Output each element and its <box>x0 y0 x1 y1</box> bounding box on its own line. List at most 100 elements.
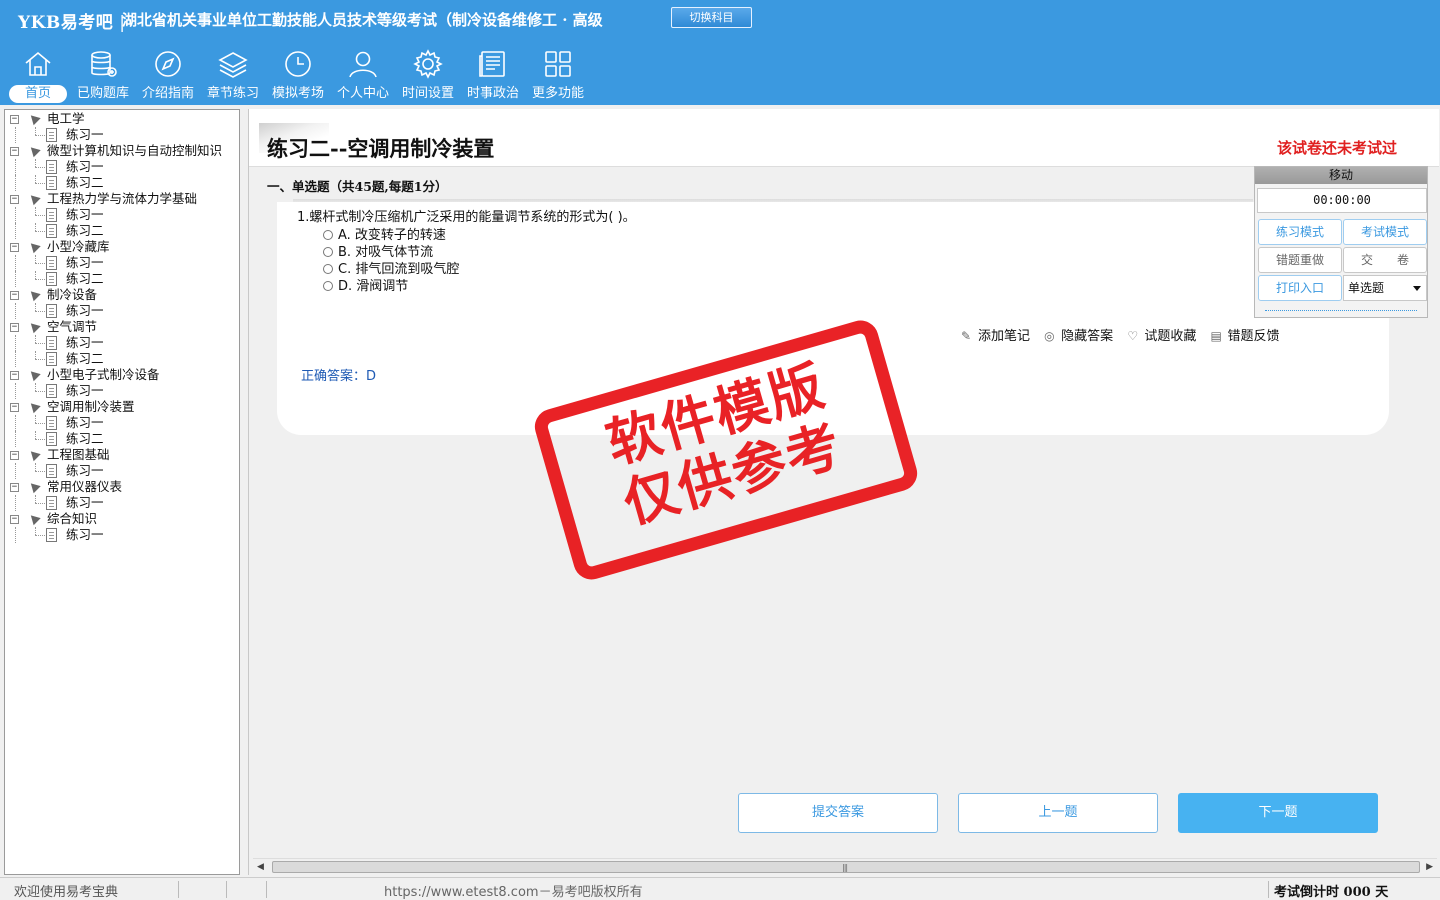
tree-chapter[interactable]: − 工程热力学与流体力学基础 <box>5 191 239 207</box>
exam-tools-panel: 移动 00:00:00 练习模式 考试模式 错题重做 交 卷 打印入口 单选题 <box>1254 166 1428 318</box>
layers-icon <box>218 52 248 78</box>
tree-line <box>15 127 16 143</box>
document-icon <box>46 224 57 238</box>
collapse-toggle-icon[interactable]: − <box>10 403 19 412</box>
hide-answer-button[interactable]: ◎ 隐藏答案 <box>1044 325 1113 344</box>
section-heading: 一、单选题（共45题,每题1分） <box>267 179 448 194</box>
radio-button[interactable] <box>323 247 333 257</box>
tree-line <box>35 439 45 440</box>
tree-exercise-label: 练习一 <box>66 463 104 478</box>
nav-purchased-banks[interactable]: 已购题库 <box>70 46 136 104</box>
exam-mode-button[interactable]: 考试模式 <box>1343 219 1427 245</box>
nav-intro-guide[interactable]: 介绍指南 <box>135 46 201 104</box>
tree-chapter[interactable]: − 电工学 <box>5 111 239 127</box>
tree-exercise[interactable]: 练习二 <box>5 175 239 191</box>
folder-arrow-icon <box>27 319 41 334</box>
chapter-tree: − 电工学 练习一 − 微型计算机知识与自动控制知识 练习一 练习二 − 工程热力学与流体力学基… <box>4 109 240 875</box>
nav-time-settings[interactable]: 时间设置 <box>395 46 461 104</box>
tree-exercise-label: 练习二 <box>66 431 104 446</box>
nav-home[interactable]: 首页 <box>5 46 71 104</box>
collapse-toggle-icon[interactable]: − <box>10 323 19 332</box>
scrollbar-thumb[interactable]: ||| <box>272 861 1420 873</box>
document-icon <box>46 304 57 318</box>
tree-exercise[interactable]: 练习一 <box>5 207 239 223</box>
tree-chapter[interactable]: − 综合知识 <box>5 511 239 527</box>
tree-exercise[interactable]: 练习一 <box>5 303 239 319</box>
collapse-toggle-icon[interactable]: − <box>10 115 19 124</box>
switch-subject-button[interactable]: 切换科目 <box>671 7 752 28</box>
tree-chapter[interactable]: − 空气调节 <box>5 319 239 335</box>
tree-exercise[interactable]: 练习一 <box>5 495 239 511</box>
tree-exercise[interactable]: 练习一 <box>5 255 239 271</box>
user-icon <box>349 51 377 78</box>
tree-exercise[interactable]: 练习二 <box>5 223 239 239</box>
collapse-toggle-icon[interactable]: − <box>10 291 19 300</box>
document-icon <box>46 416 57 430</box>
horizontal-scrollbar[interactable]: ◀ ||| ▶ <box>253 858 1437 875</box>
collapse-toggle-icon[interactable]: − <box>10 371 19 380</box>
previous-question-button[interactable]: 上一题 <box>958 793 1158 833</box>
nav-chapter-practice[interactable]: 章节练习 <box>200 46 266 104</box>
page-header: 练习二--空调用制冷装置 该试卷还未考试过 <box>249 109 1439 167</box>
tree-exercise[interactable]: 练习一 <box>5 127 239 143</box>
report-error-button[interactable]: ▤ 错题反馈 <box>1210 325 1279 344</box>
copyright-text: https://www.etest8.com－易考吧版权所有 <box>384 885 643 900</box>
tree-exercise[interactable]: 练习一 <box>5 335 239 351</box>
tree-exercise[interactable]: 练习二 <box>5 271 239 287</box>
collapse-toggle-icon[interactable]: − <box>10 147 19 156</box>
radio-button[interactable] <box>323 230 333 240</box>
action-label: 试题收藏 <box>1144 329 1197 344</box>
tree-chapter[interactable]: − 微型计算机知识与自动控制知识 <box>5 143 239 159</box>
print-entry-button[interactable]: 打印入口 <box>1258 275 1342 301</box>
tree-exercise[interactable]: 练习一 <box>5 383 239 399</box>
tree-exercise[interactable]: 练习二 <box>5 351 239 367</box>
nav-current-affairs[interactable]: 时事政治 <box>460 46 526 104</box>
tree-exercise[interactable]: 练习一 <box>5 527 239 543</box>
document-icon <box>46 176 57 190</box>
redo-wrong-button[interactable]: 错题重做 <box>1258 247 1342 273</box>
tree-exercise[interactable]: 练习二 <box>5 431 239 447</box>
news-icon <box>479 51 505 77</box>
exam-title: 湖北省机关事业单位工勤技能人员技术等级考试（制冷设备维修工 · 高级 <box>122 11 603 29</box>
nav-personal-center[interactable]: 个人中心 <box>330 46 396 104</box>
tree-exercise[interactable]: 练习一 <box>5 159 239 175</box>
tree-chapter[interactable]: − 空调用制冷装置 <box>5 399 239 415</box>
tree-exercise-label: 练习一 <box>66 495 104 510</box>
option-d[interactable]: D. 滑阀调节 <box>323 275 408 294</box>
move-handle[interactable]: 移动 <box>1255 167 1427 184</box>
collapse-toggle-icon[interactable]: − <box>10 515 19 524</box>
tree-line <box>35 359 45 360</box>
scroll-left-icon[interactable]: ◀ <box>257 862 264 872</box>
nav-mock-exam[interactable]: 模拟考场 <box>265 46 331 104</box>
tree-chapter[interactable]: − 工程图基础 <box>5 447 239 463</box>
scroll-right-icon[interactable]: ▶ <box>1426 862 1433 872</box>
favorite-question-button[interactable]: ♡ 试题收藏 <box>1127 325 1196 344</box>
tree-chapter[interactable]: − 制冷设备 <box>5 287 239 303</box>
select-value: 单选题 <box>1348 281 1385 295</box>
collapse-toggle-icon[interactable]: − <box>10 483 19 492</box>
next-question-button[interactable]: 下一题 <box>1178 793 1378 833</box>
submit-paper-button[interactable]: 交 卷 <box>1343 247 1427 273</box>
tree-exercise[interactable]: 练习一 <box>5 415 239 431</box>
nav-more-functions[interactable]: 更多功能 <box>525 46 591 104</box>
nav-label: 模拟考场 <box>271 86 324 101</box>
tree-chapter[interactable]: − 小型冷藏库 <box>5 239 239 255</box>
collapse-toggle-icon[interactable]: − <box>10 195 19 204</box>
add-note-button[interactable]: ✎ 添加笔记 <box>961 325 1030 344</box>
tree-line <box>35 255 36 263</box>
tree-line <box>35 311 45 312</box>
collapse-toggle-icon[interactable]: − <box>10 243 19 252</box>
tree-chapter[interactable]: − 常用仪器仪表 <box>5 479 239 495</box>
document-icon <box>46 384 57 398</box>
radio-button[interactable] <box>323 281 333 291</box>
submit-answer-button[interactable]: 提交答案 <box>738 793 938 833</box>
radio-button[interactable] <box>323 264 333 274</box>
tree-chapter[interactable]: − 小型电子式制冷设备 <box>5 367 239 383</box>
practice-mode-button[interactable]: 练习模式 <box>1258 219 1342 245</box>
eye-off-icon: ◎ <box>1044 329 1055 343</box>
question-type-select[interactable]: 单选题 <box>1343 275 1427 301</box>
tree-exercise[interactable]: 练习一 <box>5 463 239 479</box>
collapse-toggle-icon[interactable]: − <box>10 451 19 460</box>
exam-timer: 00:00:00 <box>1257 188 1427 213</box>
nav-label: 个人中心 <box>336 86 389 101</box>
